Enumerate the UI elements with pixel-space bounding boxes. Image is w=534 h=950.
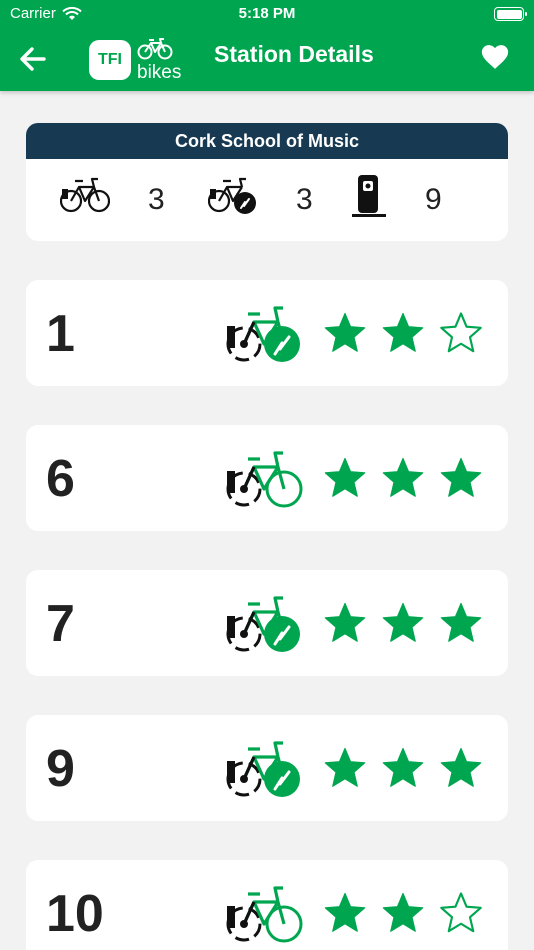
- bike-card[interactable]: 1: [26, 280, 508, 386]
- rating-stars: [322, 745, 484, 791]
- bike-number: 6: [46, 450, 75, 508]
- star-filled-icon: [382, 602, 424, 642]
- star-filled-icon: [440, 457, 482, 497]
- tfi-bikes-logo: TFI bikes: [89, 38, 193, 83]
- docks-count: 9: [425, 183, 442, 216]
- logo-bikes-text: bikes: [137, 62, 182, 83]
- station-name: Cork School of Music: [26, 123, 508, 159]
- bike-card[interactable]: 10: [26, 860, 508, 950]
- ebike-icon: [208, 177, 256, 214]
- bike-card[interactable]: 9: [26, 715, 508, 821]
- rating-stars: [322, 890, 484, 936]
- bike-icon: [60, 177, 110, 213]
- ebike-icon: [226, 588, 306, 663]
- star-filled-icon: [324, 747, 366, 787]
- star-filled-icon: [324, 602, 366, 642]
- bike-card[interactable]: 6: [26, 425, 508, 531]
- bike-card[interactable]: 7: [26, 570, 508, 676]
- ebike-icon: [226, 298, 306, 373]
- app-header: Carrier 5:18 PM TFI bikes Station Detail…: [0, 0, 534, 91]
- bikes-count: 3: [148, 183, 165, 216]
- station-stats: 3 3 9: [26, 159, 508, 241]
- ebike-icon: [226, 733, 306, 808]
- bike-number: 9: [46, 740, 75, 798]
- page-title: Station Details: [214, 41, 374, 67]
- station-summary-card: Cork School of Music 3 3 9: [26, 123, 508, 241]
- star-outline-icon: [440, 312, 482, 353]
- star-filled-icon: [382, 312, 424, 352]
- star-filled-icon: [440, 602, 482, 642]
- star-filled-icon: [324, 892, 366, 932]
- bike-number: 7: [46, 595, 75, 653]
- back-arrow-icon[interactable]: [18, 45, 48, 73]
- bike-number: 10: [46, 885, 104, 943]
- ebikes-count: 3: [296, 183, 313, 216]
- logo-tfi-text: TFI: [89, 40, 131, 80]
- logo-bike-icon: [137, 38, 173, 60]
- rating-stars: [322, 455, 484, 501]
- dock-icon: [352, 175, 386, 217]
- star-filled-icon: [324, 312, 366, 352]
- rating-stars: [322, 310, 484, 356]
- star-filled-icon: [382, 747, 424, 787]
- battery-icon: [494, 7, 527, 21]
- star-outline-icon: [440, 892, 482, 933]
- star-filled-icon: [324, 457, 366, 497]
- status-bar: Carrier 5:18 PM: [0, 0, 534, 28]
- star-filled-icon: [440, 747, 482, 787]
- rating-stars: [322, 600, 484, 646]
- favorite-heart-icon[interactable]: [480, 42, 510, 72]
- bike-icon: [226, 878, 306, 950]
- star-filled-icon: [382, 892, 424, 932]
- bike-icon: [226, 443, 306, 518]
- bike-number: 1: [46, 305, 75, 363]
- star-filled-icon: [382, 457, 424, 497]
- status-time: 5:18 PM: [238, 5, 296, 22]
